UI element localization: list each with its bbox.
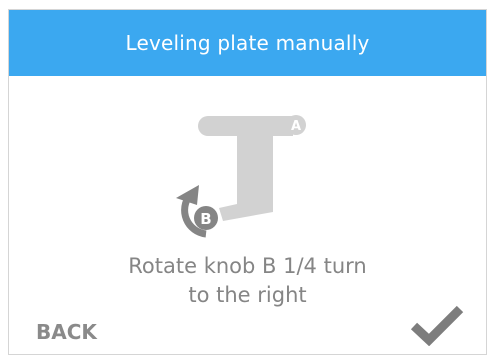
plate-foot [219,204,273,221]
knob-a-label: A [291,119,301,134]
knob-b-label: B [200,210,211,228]
instruction-line-1: Rotate knob B 1/4 turn [128,254,367,278]
plate-vertical-bar [237,116,273,206]
dialog-panel: Leveling plate manually A B Rotate knob … [8,9,487,355]
checkmark-icon[interactable] [409,302,465,346]
page-title: Leveling plate manually [125,31,370,55]
leveling-plate-illustration: A B [176,115,306,238]
back-button[interactable]: BACK [36,320,97,344]
header-bar: Leveling plate manually [9,10,486,76]
